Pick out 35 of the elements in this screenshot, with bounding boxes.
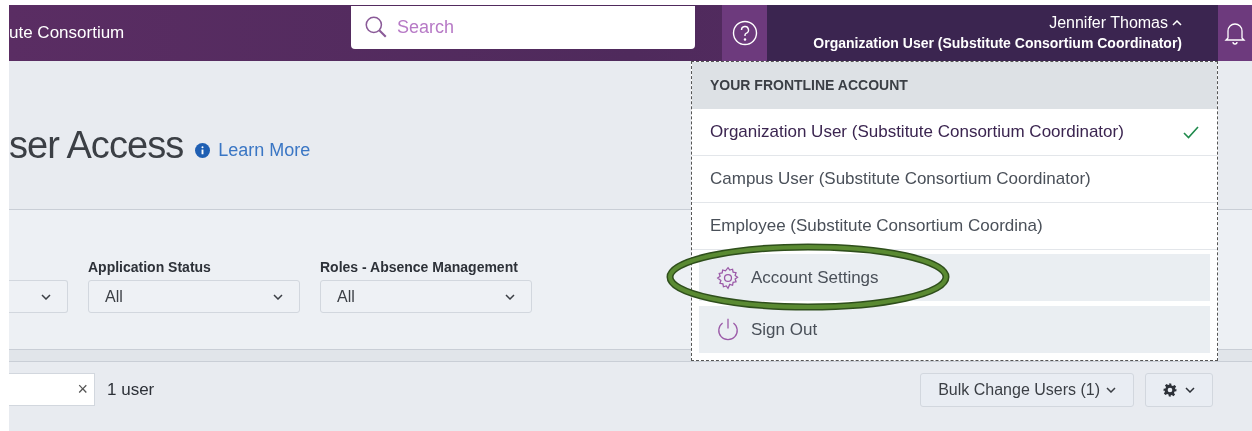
user-menu-button[interactable]: Jennifer Thomas Organization User (Substitute Consortium Coordinator) — [767, 5, 1218, 61]
search-field[interactable]: × — [9, 373, 95, 406]
gear-icon — [715, 264, 741, 291]
notifications-button[interactable] — [1218, 5, 1252, 61]
account-option[interactable]: Organization User (Substitute Consortium Coordinator) — [692, 109, 1217, 156]
bell-icon — [1224, 20, 1246, 46]
chevron-icon — [273, 293, 283, 300]
menu-action[interactable]: Sign Out — [699, 306, 1210, 353]
organization-name: ute Consortium — [9, 22, 125, 45]
filter-label: Application Status — [88, 258, 212, 277]
learn-more-link[interactable]: Learn More — [218, 136, 311, 164]
page-title: ser Access — [9, 122, 184, 168]
result-count: 1 user — [107, 378, 155, 401]
filter-select[interactable]: All — [88, 280, 300, 313]
chevron-icon — [505, 293, 515, 300]
menu-heading: YOUR FRONTLINE ACCOUNT — [692, 62, 1217, 109]
power-icon — [715, 316, 741, 343]
chevron-icon — [41, 293, 51, 300]
chevron-icon — [1172, 20, 1182, 26]
menu-action[interactable]: Account Settings — [699, 254, 1210, 301]
checkmark-icon — [1183, 125, 1199, 139]
clear-button[interactable]: × — [77, 376, 88, 403]
account-option[interactable]: Campus User (Substitute Consortium Coordinator) — [692, 156, 1217, 203]
chevron-icon — [1106, 386, 1116, 393]
settings-menu-button[interactable] — [1145, 372, 1213, 407]
search-field[interactable]: Search — [351, 5, 695, 49]
help-button[interactable] — [722, 5, 767, 61]
filter-label: Roles - Absence Management — [320, 258, 519, 277]
chevron-icon — [1185, 386, 1195, 393]
info-icon — [195, 142, 211, 158]
settings-icon — [1163, 382, 1177, 397]
account-option[interactable]: Employee (Substitute Consortium Coordina) — [692, 203, 1217, 250]
help-icon — [731, 20, 758, 46]
bulk-change-button[interactable]: Bulk Change Users (1) — [920, 372, 1134, 407]
filter-select[interactable]: All — [320, 280, 532, 313]
